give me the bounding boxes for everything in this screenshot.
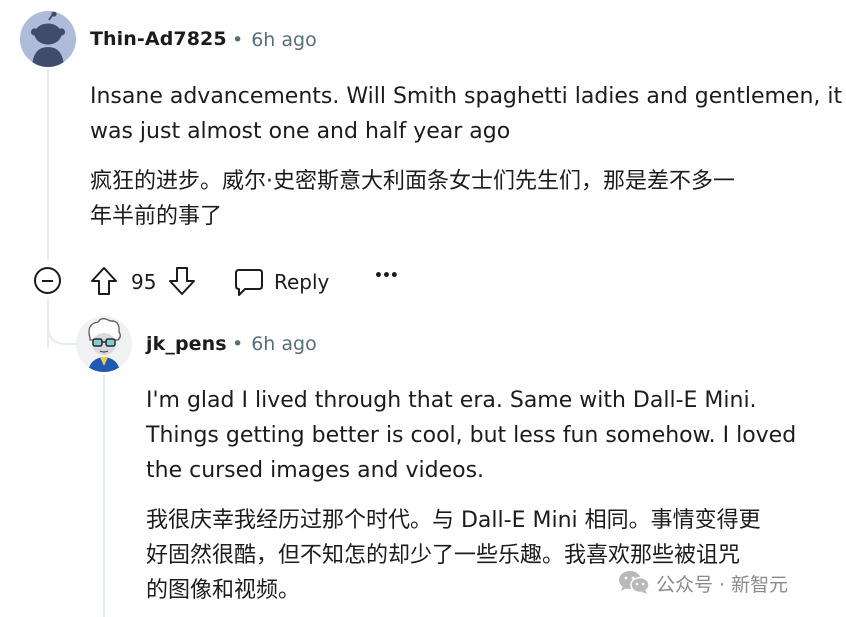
user-avatar-icon — [76, 316, 132, 372]
more-icon[interactable]: ••• — [374, 268, 399, 284]
reply-body-en: I'm glad I lived through that era. Same … — [146, 383, 796, 488]
vote-count: 95 — [131, 270, 157, 294]
comment-username[interactable]: Thin-Ad7825 — [90, 28, 227, 50]
comment-body-en-line: Insane advancements. Will Smith spaghett… — [90, 84, 843, 109]
comment-body-en-line: was just almost one and half year ago — [90, 119, 511, 144]
comment-bubble-icon — [235, 269, 263, 296]
upvote-icon[interactable] — [90, 266, 118, 296]
reply-body-en-line: the cursed images and videos. — [146, 458, 485, 483]
downvote-icon[interactable] — [168, 266, 196, 296]
reply-label: Reply — [274, 270, 330, 294]
reply-meta: • 6h ago — [232, 333, 317, 355]
comment-body-zh-line: 年半前的事了 — [90, 204, 223, 229]
comment-meta: • 6h ago — [232, 29, 317, 51]
meta-separator: • — [232, 333, 244, 355]
comment-timestamp[interactable]: 6h ago — [251, 29, 317, 51]
comment-body-en: Insane advancements. Will Smith spaghett… — [90, 79, 842, 149]
comment-body-zh: 疯狂的进步。威尔·史密斯意大利面条女士们先生们，那是差不多一 年半前的事了 — [90, 164, 735, 234]
watermark-text: 公众号 · 新智元 — [656, 574, 789, 596]
reply-body-en-line: Things getting better is cool, but less … — [146, 423, 797, 448]
avatar-jk-pens[interactable] — [76, 316, 132, 372]
reply-body-en-line: I'm glad I lived through that era. Same … — [146, 388, 757, 413]
meta-separator: • — [232, 29, 244, 51]
thread-line-main[interactable] — [47, 70, 49, 260]
reply-body-zh-line: 我很庆幸我经历过那个时代。与 Dall-E Mini 相同。事情变得更 — [146, 508, 761, 533]
reply-button[interactable]: Reply — [234, 264, 334, 300]
reply-username[interactable]: jk_pens — [146, 333, 227, 355]
wechat-icon — [619, 571, 650, 594]
default-avatar-icon — [20, 11, 76, 67]
reply-body-zh-line: 好固然很酷，但不知怎的却少了一些乐趣。我喜欢那些被诅咒 — [146, 543, 741, 568]
comment-body-zh-line: 疯狂的进步。威尔·史密斯意大利面条女士们先生们，那是差不多一 — [90, 169, 735, 194]
reply-timestamp[interactable]: 6h ago — [251, 333, 317, 355]
avatar-thin-ad7825[interactable] — [20, 11, 76, 67]
collapse-icon[interactable] — [34, 267, 61, 294]
thread-line-reply[interactable] — [103, 375, 105, 617]
